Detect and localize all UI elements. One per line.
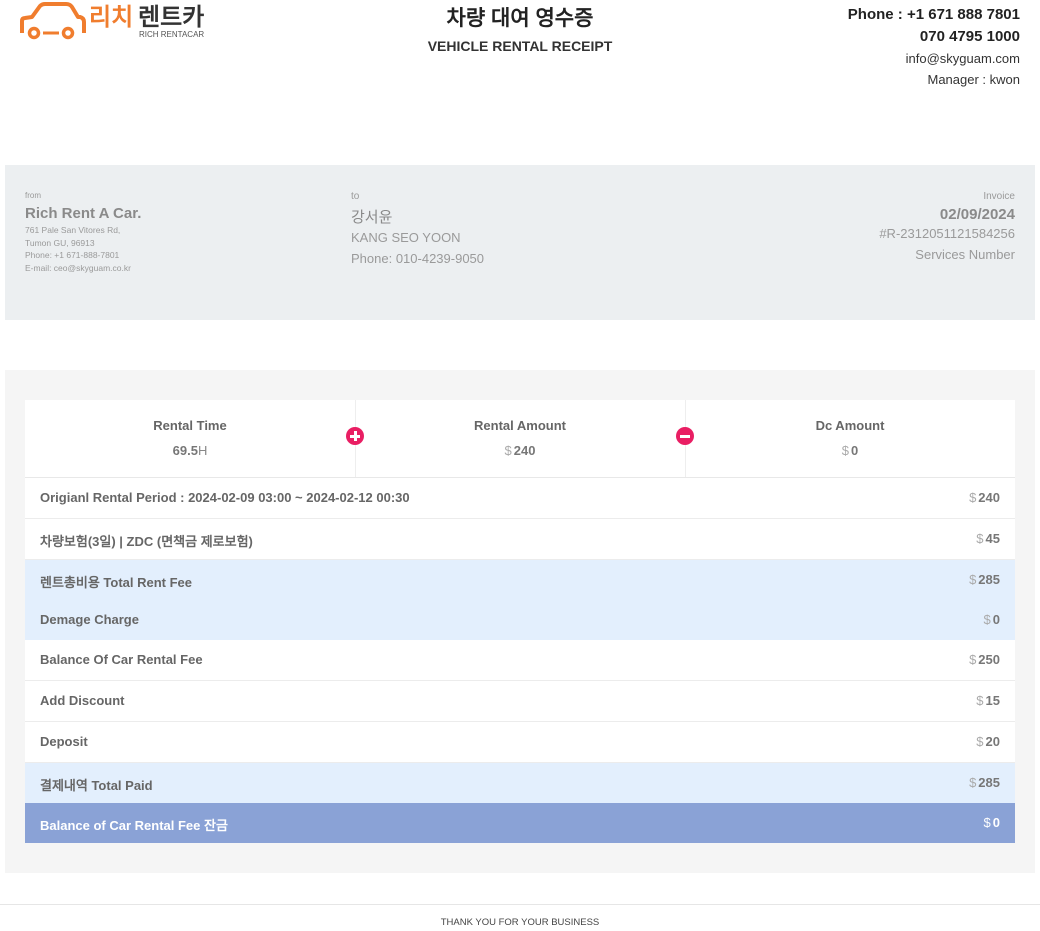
row-amount: $250 (969, 652, 1000, 667)
contact-email: info@skyguam.com (905, 51, 1020, 66)
from-caption: from (25, 191, 41, 200)
row-damage-charge: Demage Charge $0 (25, 600, 1015, 640)
from-name: Rich Rent A Car. (25, 205, 142, 222)
row-amount: $285 (969, 572, 1000, 587)
from-email: E-mail: ceo@skyguam.co.kr (25, 262, 131, 273)
from-address-line1: 761 Pale San Vitores Rd, (25, 225, 121, 235)
row-label: 렌트총비용 Total Rent Fee (40, 575, 193, 590)
rental-amount-cell: Rental Amount $240 (355, 400, 685, 477)
charges-table: Origianl Rental Period : 2024-02-09 03:0… (25, 478, 1015, 843)
dc-amount-value: $0 (841, 443, 859, 458)
to-caption: to (351, 191, 360, 202)
row-amount: $20 (976, 734, 1000, 749)
row-label: 결제내역 Total Paid (40, 778, 153, 793)
footer-divider (0, 904, 1040, 905)
footer-message: THANK YOU FOR YOUR BUSINESS (440, 917, 600, 928)
contact-phone-secondary: 070 4795 1000 (919, 28, 1020, 45)
row-amount: $0 (983, 815, 1000, 830)
invoice-number: #R-2312051121584256 (879, 226, 1015, 241)
from-block: from Rich Rent A Car. 761 Pale San Vitor… (25, 191, 141, 274)
row-label: Add Discount (40, 693, 125, 708)
row-final-balance: Balance of Car Rental Fee 잔금 $0 (25, 803, 1015, 843)
row-add-discount: Add Discount $15 (25, 681, 1015, 722)
from-phone: Phone: +1 671-888-7801 (25, 250, 120, 260)
row-total-paid: 결제내역 Total Paid $285 (25, 763, 1015, 803)
rental-summary: Rental Time 69.5H Rental Amount $240 Dc … (25, 400, 1015, 478)
invoice-number-label: Services Number (915, 247, 1015, 262)
row-amount: $240 (969, 490, 1000, 505)
from-address-line2: Tumon GU, 96913 (25, 237, 95, 248)
company-contact: Phone : +1 671 888 7801 070 4795 1000 in… (848, 4, 1020, 90)
rental-amount-label: Rental Amount (474, 418, 566, 433)
dc-amount-cell: Dc Amount $0 (685, 400, 1015, 477)
invoice-caption: Invoice (983, 191, 1015, 202)
row-label: Balance Of Car Rental Fee (40, 652, 203, 667)
row-total-rent-fee: 렌트총비용 Total Rent Fee $285 (25, 560, 1015, 600)
row-amount: $285 (969, 775, 1000, 790)
row-balance-of-rental-fee: Balance Of Car Rental Fee $250 (25, 640, 1015, 681)
receipt-details: Rental Time 69.5H Rental Amount $240 Dc … (5, 370, 1035, 873)
to-phone: Phone: 010-4239-9050 (351, 251, 485, 266)
row-insurance: 차량보험(3일) | ZDC (면책금 제로보험) $45 (25, 519, 1015, 560)
to-block: to 강서윤 KANG SEO YOON Phone: 010-4239-905… (351, 191, 484, 269)
row-label: Deposit (40, 734, 88, 749)
row-label: Demage Charge (40, 612, 139, 627)
to-name-english: KANG SEO YOON (351, 230, 461, 245)
rental-time-label: Rental Time (153, 418, 227, 433)
rental-amount-value: $240 (504, 443, 536, 458)
row-amount: $45 (976, 531, 1000, 546)
row-label: 차량보험(3일) | ZDC (면책금 제로보험) (40, 534, 253, 549)
row-amount: $15 (976, 693, 1000, 708)
invoice-date: 02/09/2024 (939, 206, 1015, 223)
row-label: Origianl Rental Period : 2024-02-09 03:0… (40, 490, 410, 505)
dc-amount-label: Dc Amount (815, 418, 885, 433)
to-name-korean: 강서윤 (351, 209, 393, 226)
contact-manager: Manager : kwon (927, 72, 1021, 87)
row-deposit: Deposit $20 (25, 722, 1015, 763)
rental-time-value: 69.5H (172, 443, 208, 458)
contact-phone: Phone : +1 671 888 7801 (847, 6, 1020, 23)
row-label: Balance of Car Rental Fee 잔금 (40, 818, 228, 833)
row-amount: $0 (983, 612, 1000, 627)
parties-section: from Rich Rent A Car. 761 Pale San Vitor… (5, 165, 1035, 320)
rental-time-cell: Rental Time 69.5H (25, 400, 355, 477)
row-original-rental-period: Origianl Rental Period : 2024-02-09 03:0… (25, 478, 1015, 519)
invoice-block: Invoice 02/09/2024 #R-2312051121584256 S… (879, 191, 1015, 265)
